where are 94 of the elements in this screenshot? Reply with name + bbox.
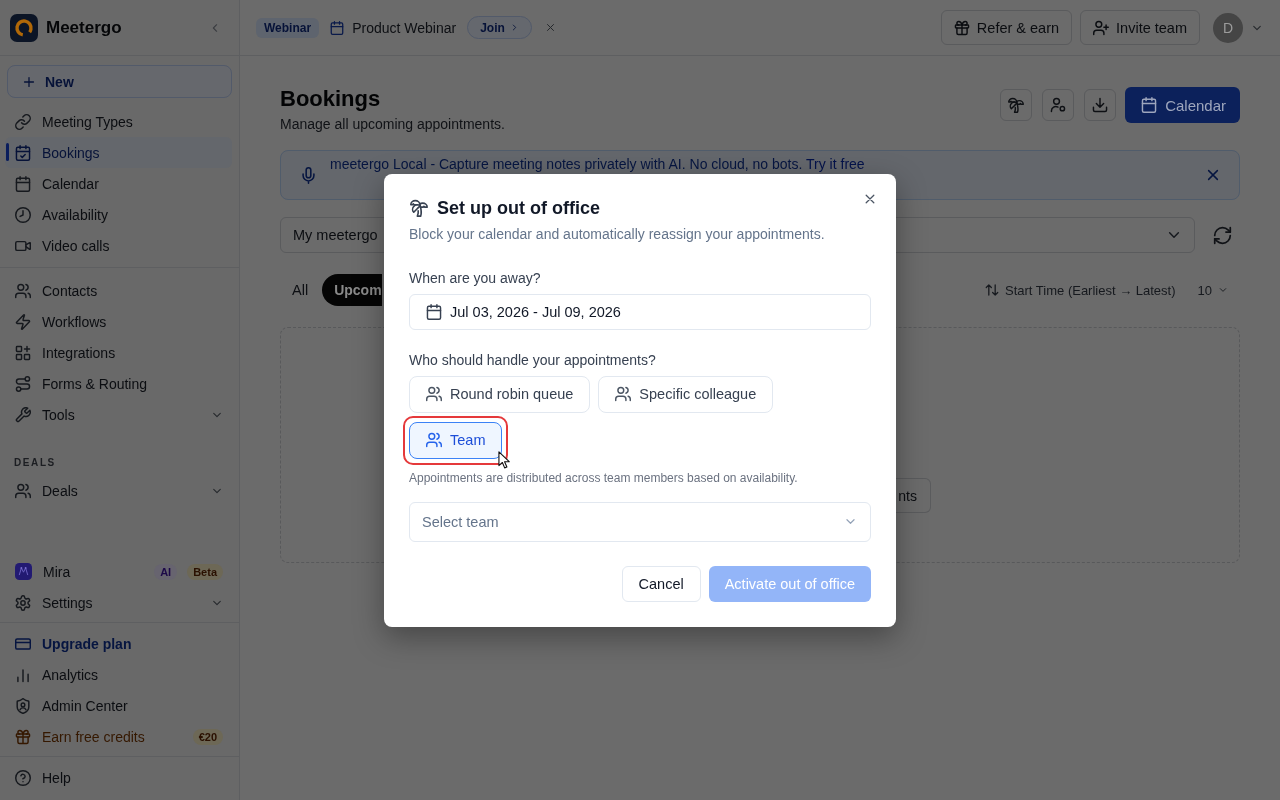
users-icon — [15, 482, 31, 499]
palm-tree-icon — [410, 198, 428, 217]
calendar-icon — [426, 303, 442, 320]
dialog-subtitle: Block your calendar and automatically reassign your appointments. — [409, 224, 826, 244]
sidebar-item[interactable]: Upgrade plan — [5, 628, 232, 659]
credit-card-icon — [15, 635, 31, 652]
dismiss-button[interactable] — [544, 22, 556, 33]
users-icon — [615, 386, 632, 402]
cancel-button[interactable]: Cancel — [621, 565, 701, 602]
users-icon — [426, 432, 442, 448]
sidebar-item[interactable]: Mira AI Beta — [5, 556, 232, 587]
beta-badge: Beta — [187, 563, 223, 580]
clock-icon — [15, 206, 31, 223]
sidebar-item[interactable]: Deals — [5, 475, 232, 506]
chevron-down-icon — [1218, 285, 1228, 295]
sort-arrows-icon — [985, 283, 1000, 297]
sidebar-item[interactable]: Bookings — [5, 137, 232, 168]
webinar-title: Product Webinar — [352, 19, 457, 36]
calendar-icon — [15, 175, 31, 192]
ring-logo-icon — [10, 13, 38, 42]
handler-option[interactable]: Round robin queue — [409, 375, 591, 413]
dialog-title: Set up out of office — [437, 196, 600, 219]
page-subtitle: Manage all upcoming appointments. — [280, 116, 505, 132]
field-label: Who should handle your appointments? — [409, 350, 657, 370]
page-size-select[interactable]: 10 — [1197, 282, 1240, 298]
gift-icon — [953, 19, 970, 36]
grid-plus-icon — [15, 344, 31, 361]
user-gear-icon — [1050, 97, 1067, 113]
settings-icon — [15, 594, 31, 611]
sort-button[interactable]: Start Time (Earliest → Latest) — [985, 282, 1176, 298]
option-hint: Appointments are distributed across team members based on availability. — [409, 469, 799, 486]
invite-button[interactable]: Invite team — [1080, 10, 1200, 45]
filter-tab[interactable]: Upcom — [322, 274, 382, 306]
page-title: Bookings — [280, 85, 382, 113]
close-icon — [1205, 167, 1221, 183]
calendar-button[interactable]: Calendar — [1125, 87, 1240, 123]
sidebar-item[interactable]: Help — [5, 762, 232, 793]
monogram-tile-icon — [15, 563, 32, 580]
close-button[interactable] — [1205, 167, 1221, 183]
filter-tab[interactable]: All — [280, 274, 321, 306]
sidebar-item[interactable]: Integrations — [5, 337, 232, 368]
refresh-icon — [1212, 225, 1232, 245]
banner-message: meetergo Local - Capture meeting notes privately with AI. No cloud, no bots. Try it free — [330, 156, 865, 172]
handler-option[interactable]: Specific colleague — [598, 375, 774, 413]
date-range-field[interactable]: Jul 03, 2026 - Jul 09, 2026 — [409, 293, 871, 330]
bar-chart-icon — [15, 666, 31, 683]
users-icon — [15, 282, 31, 299]
download-icon — [1092, 97, 1109, 113]
sidebar-item[interactable]: Contacts — [5, 275, 232, 306]
section-heading: DEALS — [13, 457, 57, 469]
sidebar-item[interactable]: Earn free credits €20 — [5, 721, 232, 752]
user-plus-icon — [1093, 19, 1110, 36]
microphone-icon — [300, 166, 317, 184]
avatar[interactable]: D — [1213, 12, 1243, 43]
credit-badge: €20 — [192, 728, 223, 745]
sidebar-item[interactable]: Availability — [5, 199, 232, 230]
shield-user-icon — [15, 697, 31, 714]
download-button[interactable] — [1084, 89, 1117, 121]
handler-option[interactable]: Team — [409, 421, 503, 459]
sidebar-item[interactable]: Video calls — [5, 230, 232, 261]
calendar-icon — [1141, 97, 1158, 113]
join-button[interactable]: Join — [467, 16, 532, 39]
refer-button[interactable]: Refer & earn — [940, 10, 1073, 45]
new-button[interactable]: New — [7, 65, 232, 98]
sidebar-item[interactable]: Admin Center — [5, 690, 232, 721]
calendar-check-icon — [15, 144, 31, 161]
user-settings-button[interactable] — [1042, 89, 1075, 121]
sidebar-item[interactable]: Calendar — [5, 168, 232, 199]
mouse-pointer-icon — [498, 450, 511, 469]
out-of-office-button[interactable] — [1000, 89, 1033, 121]
calendar-icon — [330, 20, 345, 35]
gift-icon — [15, 728, 31, 745]
plus-icon — [22, 74, 36, 89]
sidebar-item[interactable]: Tools — [5, 399, 232, 430]
sidebar-item[interactable]: Workflows — [5, 306, 232, 337]
sidebar-item[interactable]: Settings — [5, 587, 232, 618]
link-icon — [15, 113, 31, 130]
brand-name: Meetergo — [46, 17, 122, 38]
route-icon — [15, 375, 31, 392]
users-icon — [426, 386, 442, 402]
sidebar-item[interactable]: Meeting Types — [5, 106, 232, 137]
empty-state-button[interactable]: nts — [896, 478, 931, 513]
ai-badge: AI — [154, 563, 178, 580]
webinar-badge: Webinar — [256, 17, 320, 38]
team-select[interactable]: Select team — [409, 501, 871, 542]
close-icon — [544, 22, 556, 33]
sidebar-item[interactable]: Analytics — [5, 659, 232, 690]
banner-link[interactable]: Try it free — [806, 156, 865, 172]
palm-tree-icon — [1008, 97, 1025, 113]
field-label: When are you away? — [409, 268, 542, 288]
help-icon — [15, 769, 31, 786]
wrench-icon — [15, 406, 31, 423]
sidebar-item[interactable]: Forms & Routing — [5, 368, 232, 399]
lightning-icon — [15, 313, 31, 330]
